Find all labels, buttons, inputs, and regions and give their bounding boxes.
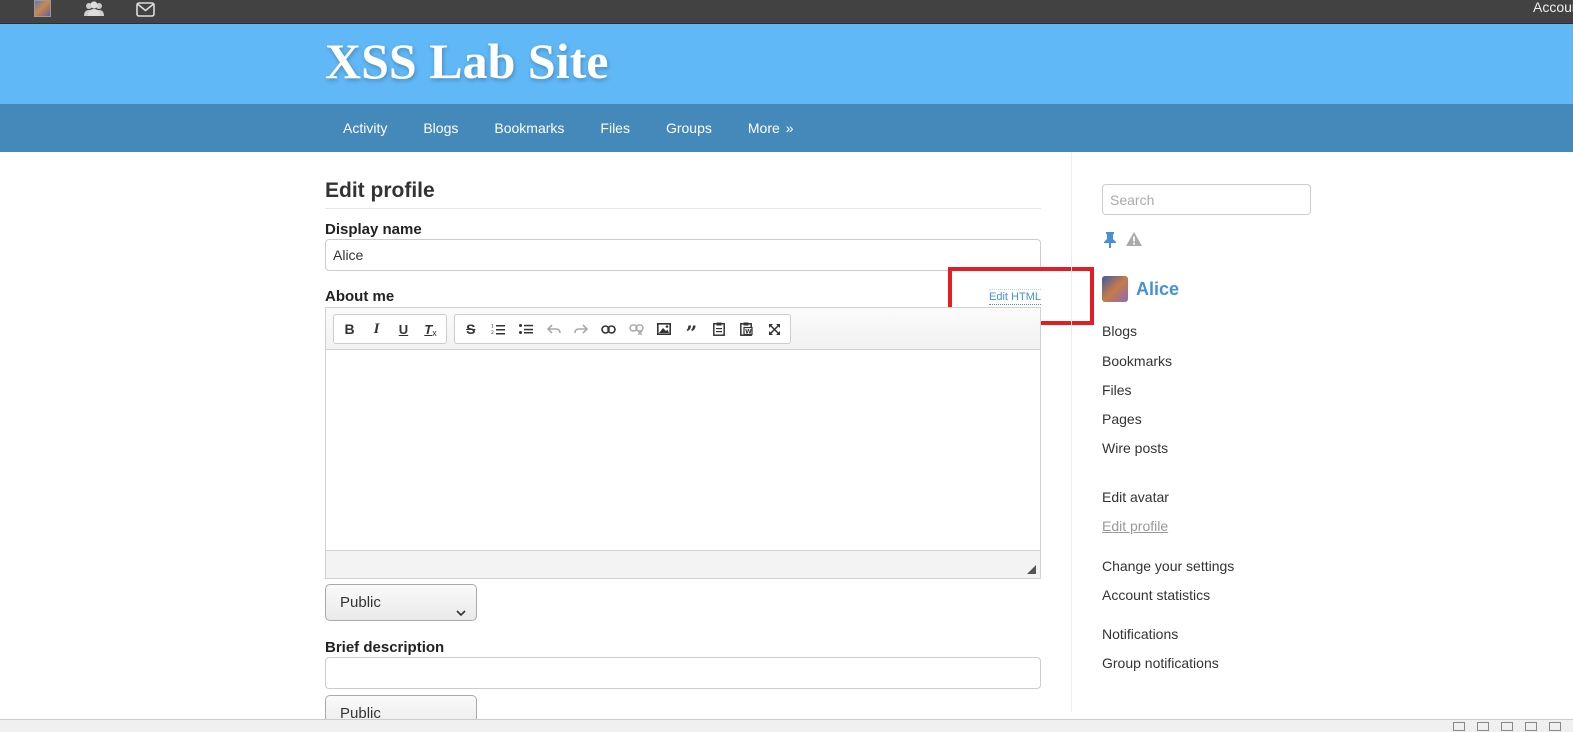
unlink-icon[interactable] bbox=[622, 316, 650, 342]
nav-item-groups[interactable]: Groups bbox=[648, 104, 730, 152]
status-icon bbox=[1525, 722, 1537, 731]
svg-text:W: W bbox=[745, 329, 752, 336]
chevron-down-icon bbox=[456, 596, 466, 631]
about-me-access-value: Public bbox=[340, 594, 381, 611]
status-bar-icons bbox=[1453, 722, 1561, 731]
italic-icon[interactable]: I bbox=[363, 316, 390, 342]
brief-description-label: Brief description bbox=[325, 639, 445, 656]
owner-name-link[interactable]: Alice bbox=[1136, 276, 1179, 302]
browser-status-bar bbox=[0, 719, 1573, 732]
link-icon[interactable] bbox=[595, 316, 623, 342]
search-input[interactable] bbox=[1102, 184, 1311, 215]
sidebar-divider bbox=[1071, 152, 1072, 712]
nav-item-blogs[interactable]: Blogs bbox=[405, 104, 476, 152]
paste-text-icon[interactable] bbox=[705, 316, 733, 342]
title-divider bbox=[325, 208, 1041, 209]
blockquote-icon[interactable]: ” bbox=[678, 316, 706, 343]
sidebar-item-edit-profile[interactable]: Edit profile bbox=[1102, 518, 1168, 534]
editor-resize-handle[interactable] bbox=[1027, 565, 1036, 574]
undo-icon[interactable] bbox=[540, 316, 568, 342]
sidebar-item-group-notifications[interactable]: Group notifications bbox=[1102, 655, 1219, 671]
maximize-icon[interactable] bbox=[760, 316, 788, 342]
remove-format-icon[interactable]: Tx bbox=[417, 316, 444, 342]
status-icon bbox=[1501, 722, 1513, 731]
top-toolbar: Account bbox=[0, 0, 1573, 24]
editor-status-bar bbox=[326, 550, 1040, 578]
svg-text:2: 2 bbox=[491, 330, 494, 335]
paste-word-icon[interactable]: W bbox=[733, 316, 761, 342]
nav-item-bookmarks[interactable]: Bookmarks bbox=[476, 104, 582, 152]
sidebar-item-account-statistics[interactable]: Account statistics bbox=[1102, 587, 1210, 603]
sidebar-item-change-settings[interactable]: Change your settings bbox=[1102, 558, 1234, 574]
image-icon[interactable] bbox=[650, 316, 678, 342]
main-nav: Activity Blogs Bookmarks Files Groups Mo… bbox=[0, 104, 1573, 152]
site-header: XSS Lab Site bbox=[0, 24, 1573, 104]
display-name-input[interactable] bbox=[325, 239, 1041, 271]
sidebar-item-notifications[interactable]: Notifications bbox=[1102, 626, 1178, 642]
editor-content-area[interactable] bbox=[326, 350, 1040, 550]
nav-item-files[interactable]: Files bbox=[582, 104, 648, 152]
display-name-label: Display name bbox=[325, 221, 422, 238]
nav-more-arrow: » bbox=[785, 120, 794, 136]
about-me-editor[interactable]: B I U Tx S 12 ” W bbox=[325, 307, 1041, 579]
sidebar-item-edit-avatar[interactable]: Edit avatar bbox=[1102, 489, 1169, 505]
nav-item-more[interactable]: More » bbox=[730, 104, 812, 152]
numbered-list-icon[interactable]: 12 bbox=[485, 316, 513, 342]
editor-toolgroup-basic: B I U Tx bbox=[333, 314, 447, 344]
svg-text:1: 1 bbox=[491, 324, 494, 330]
mail-icon[interactable] bbox=[136, 0, 155, 18]
nav-item-activity[interactable]: Activity bbox=[325, 104, 405, 152]
brief-description-input[interactable] bbox=[325, 657, 1041, 689]
about-me-access-select[interactable]: Public bbox=[325, 584, 477, 621]
sidebar-item-files[interactable]: Files bbox=[1102, 382, 1132, 398]
editor-toolgroup-advanced: S 12 ” W bbox=[454, 314, 791, 344]
underline-icon[interactable]: U bbox=[390, 316, 417, 342]
avatar[interactable] bbox=[1102, 276, 1128, 302]
page-title: Edit profile bbox=[325, 179, 435, 202]
sidebar-item-blogs[interactable]: Blogs bbox=[1102, 323, 1137, 339]
strikethrough-icon[interactable]: S bbox=[457, 316, 485, 342]
account-menu[interactable]: Account bbox=[1533, 0, 1573, 15]
nav-more-label: More bbox=[747, 120, 780, 136]
pin-icon[interactable] bbox=[1103, 231, 1117, 253]
bulleted-list-icon[interactable] bbox=[512, 316, 540, 342]
site-title[interactable]: XSS Lab Site bbox=[325, 32, 608, 90]
status-icon bbox=[1453, 722, 1465, 731]
user-avatar-icon[interactable] bbox=[34, 0, 51, 17]
sidebar-item-bookmarks[interactable]: Bookmarks bbox=[1102, 353, 1172, 369]
sidebar-item-wire-posts[interactable]: Wire posts bbox=[1102, 440, 1168, 456]
status-icon bbox=[1549, 722, 1561, 731]
status-icon bbox=[1477, 722, 1489, 731]
redo-icon[interactable] bbox=[567, 316, 595, 342]
friends-icon[interactable] bbox=[83, 0, 105, 18]
about-me-label: About me bbox=[325, 288, 395, 305]
bold-icon[interactable]: B bbox=[336, 316, 363, 342]
sidebar-item-pages[interactable]: Pages bbox=[1102, 411, 1142, 427]
editor-toolbar: B I U Tx S 12 ” W bbox=[326, 308, 1040, 350]
warning-icon[interactable] bbox=[1125, 231, 1143, 252]
